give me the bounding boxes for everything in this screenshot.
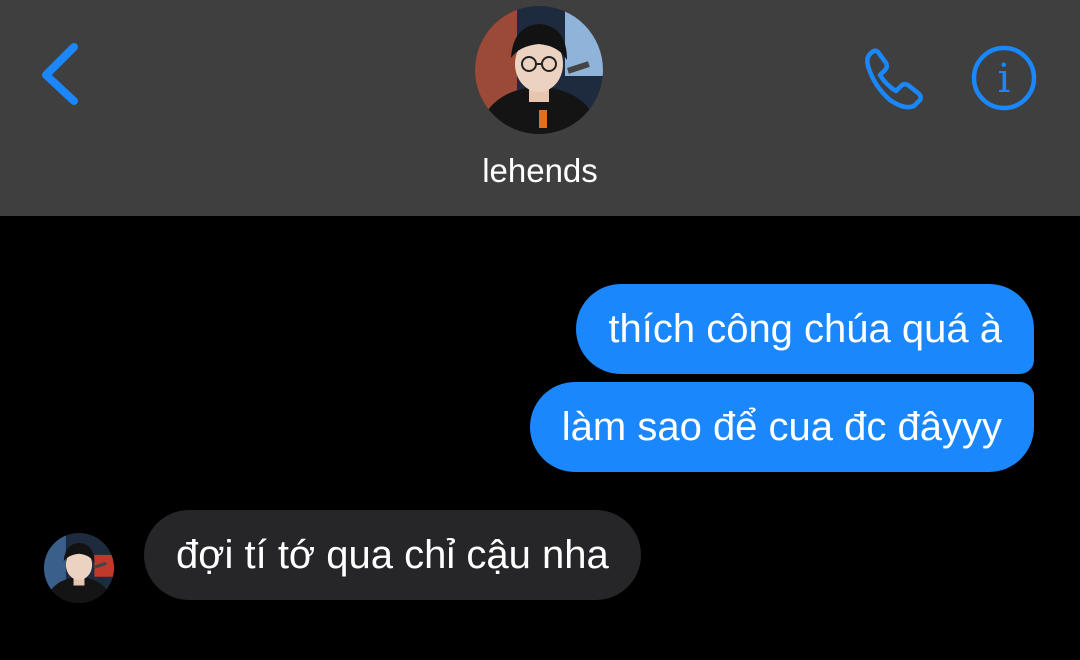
back-button[interactable] [34,38,94,108]
call-button[interactable] [858,44,928,114]
sender-avatar[interactable] [44,533,114,603]
outgoing-message-bubble[interactable]: làm sao để cua đc đâyyy [529,382,1034,472]
avatar-photo-icon [475,6,603,134]
info-circle-icon: i [971,45,1037,111]
outgoing-message-bubble[interactable]: thích công chúa quá à [576,284,1034,374]
phone-icon [865,48,923,110]
conversation-header: lehends i [0,0,1080,216]
incoming-message-bubble[interactable]: đợi tí tớ qua chỉ cậu nha [144,510,641,600]
contact-avatar[interactable] [475,6,603,134]
avatar-photo-icon [44,533,114,603]
chevron-left-icon [42,43,78,105]
info-glyph: i [998,56,1011,102]
contact-name[interactable]: lehends [0,150,1080,192]
info-button[interactable]: i [970,44,1038,112]
